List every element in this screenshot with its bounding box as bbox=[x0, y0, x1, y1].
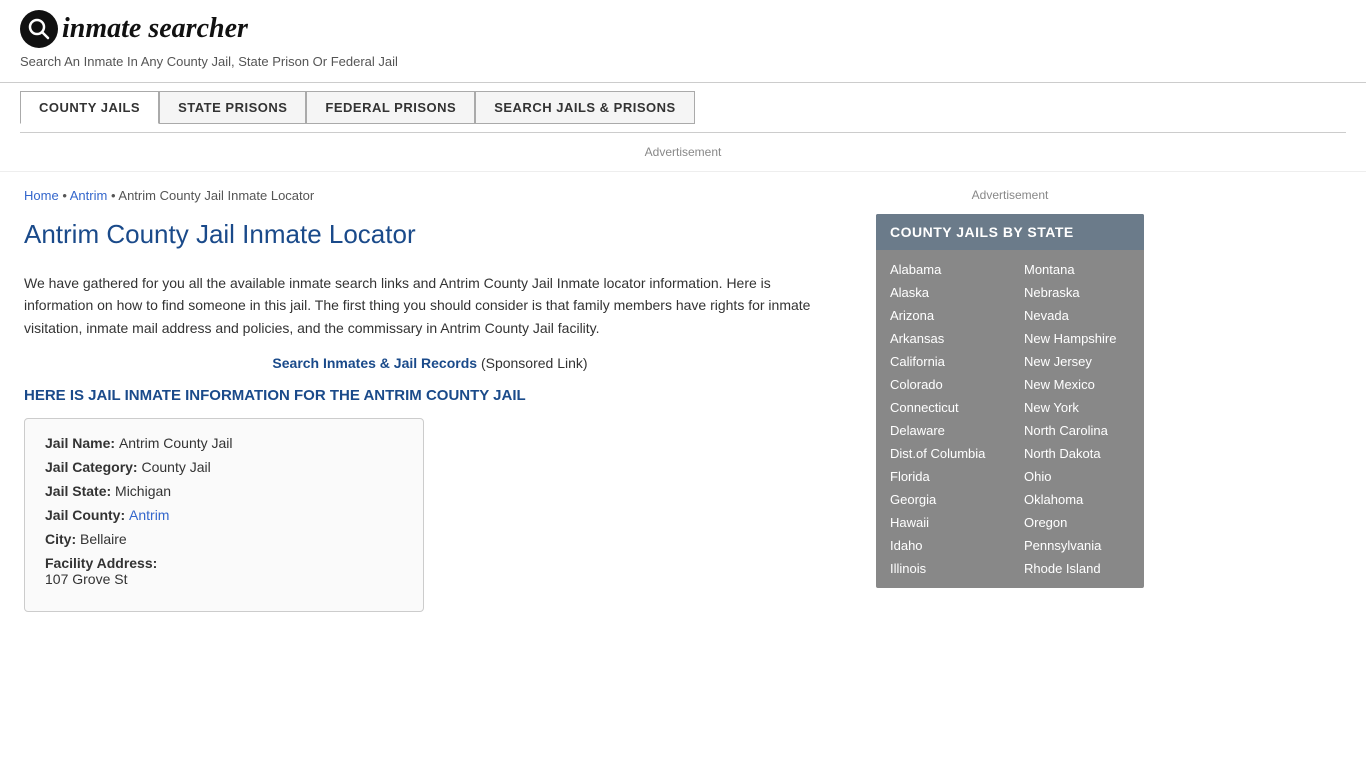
info-row-jail-county: Jail County: Antrim bbox=[45, 507, 403, 523]
jail-county-value: Antrim bbox=[129, 507, 169, 523]
county-jails-box: COUNTY JAILS BY STATE AlabamaAlaskaArizo… bbox=[876, 214, 1144, 588]
state-item[interactable]: Ohio bbox=[1010, 465, 1144, 488]
city-label: City: bbox=[45, 531, 80, 547]
county-jails-title: COUNTY JAILS BY STATE bbox=[876, 214, 1144, 250]
nav-state-prisons[interactable]: STATE PRISONS bbox=[159, 91, 306, 124]
nav-bar: COUNTY JAILS STATE PRISONS FEDERAL PRISO… bbox=[0, 83, 1366, 132]
state-item[interactable]: Pennsylvania bbox=[1010, 534, 1144, 557]
state-item[interactable]: Alabama bbox=[876, 258, 1010, 281]
jail-category-label: Jail Category: bbox=[45, 459, 141, 475]
tagline: Search An Inmate In Any County Jail, Sta… bbox=[20, 52, 1346, 77]
state-item[interactable]: Colorado bbox=[876, 373, 1010, 396]
jail-state-label: Jail State: bbox=[45, 483, 115, 499]
state-item[interactable]: Georgia bbox=[876, 488, 1010, 511]
main-layout: Home • Antrim • Antrim County Jail Inmat… bbox=[0, 172, 1366, 628]
nav-search-jails[interactable]: SEARCH JAILS & PRISONS bbox=[475, 91, 694, 124]
ad-bar: Advertisement bbox=[0, 133, 1366, 172]
state-item[interactable]: New Mexico bbox=[1010, 373, 1144, 396]
jail-info-header: HERE IS JAIL INMATE INFORMATION FOR THE … bbox=[24, 387, 836, 404]
facility-address-label: Facility Address: bbox=[45, 555, 157, 571]
jail-name-label: Jail Name: bbox=[45, 435, 119, 451]
info-row-jail-name: Jail Name: Antrim County Jail bbox=[45, 435, 403, 451]
info-box: Jail Name: Antrim County Jail Jail Categ… bbox=[24, 418, 424, 612]
breadcrumb: Home • Antrim • Antrim County Jail Inmat… bbox=[24, 188, 836, 203]
nav-county-jails[interactable]: COUNTY JAILS bbox=[20, 91, 159, 124]
state-list: AlabamaAlaskaArizonaArkansasCaliforniaCo… bbox=[876, 250, 1144, 588]
state-item[interactable]: Montana bbox=[1010, 258, 1144, 281]
jail-county-link[interactable]: Antrim bbox=[129, 507, 169, 523]
info-row-jail-state: Jail State: Michigan bbox=[45, 483, 403, 499]
page-title: Antrim County Jail Inmate Locator bbox=[24, 219, 836, 258]
state-item[interactable]: Hawaii bbox=[876, 511, 1010, 534]
body-text: We have gathered for you all the availab… bbox=[24, 272, 836, 339]
sponsored-link[interactable]: Search Inmates & Jail Records bbox=[272, 355, 477, 371]
logo-text: inmate searcher bbox=[62, 13, 248, 45]
nav-federal-prisons[interactable]: FEDERAL PRISONS bbox=[306, 91, 475, 124]
breadcrumb-antrim[interactable]: Antrim bbox=[70, 188, 108, 203]
states-right-col: MontanaNebraskaNevadaNew HampshireNew Je… bbox=[1010, 258, 1144, 580]
jail-county-label: Jail County: bbox=[45, 507, 129, 523]
jail-category-value: County Jail bbox=[141, 459, 210, 475]
info-row-jail-category: Jail Category: County Jail bbox=[45, 459, 403, 475]
ad-label: Advertisement bbox=[645, 145, 722, 159]
sponsored-note-text: (Sponsored Link) bbox=[481, 355, 588, 371]
state-item[interactable]: Arizona bbox=[876, 304, 1010, 327]
logo-searcher: searcher bbox=[148, 13, 248, 44]
breadcrumb-current: Antrim County Jail Inmate Locator bbox=[118, 188, 314, 203]
state-item[interactable]: Dist.of Columbia bbox=[876, 442, 1010, 465]
breadcrumb-home[interactable]: Home bbox=[24, 188, 59, 203]
state-item[interactable]: New York bbox=[1010, 396, 1144, 419]
info-row-facility-address: Facility Address: 107 Grove St bbox=[45, 555, 403, 587]
state-item[interactable]: Delaware bbox=[876, 419, 1010, 442]
info-row-city: City: Bellaire bbox=[45, 531, 403, 547]
state-item[interactable]: Florida bbox=[876, 465, 1010, 488]
state-item[interactable]: Connecticut bbox=[876, 396, 1010, 419]
state-item[interactable]: New Jersey bbox=[1010, 350, 1144, 373]
states-left-col: AlabamaAlaskaArizonaArkansasCaliforniaCo… bbox=[876, 258, 1010, 580]
state-item[interactable]: California bbox=[876, 350, 1010, 373]
state-item[interactable]: North Dakota bbox=[1010, 442, 1144, 465]
sidebar-ad: Advertisement bbox=[876, 188, 1144, 202]
state-item[interactable]: Idaho bbox=[876, 534, 1010, 557]
state-item[interactable]: Arkansas bbox=[876, 327, 1010, 350]
state-item[interactable]: Illinois bbox=[876, 557, 1010, 580]
state-item[interactable]: Nevada bbox=[1010, 304, 1144, 327]
logo-area: inmate searcher bbox=[20, 10, 1346, 48]
header: inmate searcher Search An Inmate In Any … bbox=[0, 0, 1366, 83]
jail-name-value: Antrim County Jail bbox=[119, 435, 233, 451]
logo-icon bbox=[20, 10, 58, 48]
state-item[interactable]: Oklahoma bbox=[1010, 488, 1144, 511]
state-item[interactable]: New Hampshire bbox=[1010, 327, 1144, 350]
sponsored-link-area: Search Inmates & Jail Records (Sponsored… bbox=[24, 355, 836, 371]
sidebar: Advertisement COUNTY JAILS BY STATE Alab… bbox=[860, 172, 1160, 628]
jail-state-value: Michigan bbox=[115, 483, 171, 499]
facility-address-value: 107 Grove St bbox=[45, 571, 128, 587]
state-item[interactable]: Rhode Island bbox=[1010, 557, 1144, 580]
state-item[interactable]: North Carolina bbox=[1010, 419, 1144, 442]
state-item[interactable]: Oregon bbox=[1010, 511, 1144, 534]
main-content: Home • Antrim • Antrim County Jail Inmat… bbox=[0, 172, 860, 628]
logo-inmate: inmate bbox=[62, 13, 141, 44]
city-value: Bellaire bbox=[80, 531, 127, 547]
state-item[interactable]: Nebraska bbox=[1010, 281, 1144, 304]
state-item[interactable]: Alaska bbox=[876, 281, 1010, 304]
sidebar-ad-label: Advertisement bbox=[972, 188, 1049, 202]
